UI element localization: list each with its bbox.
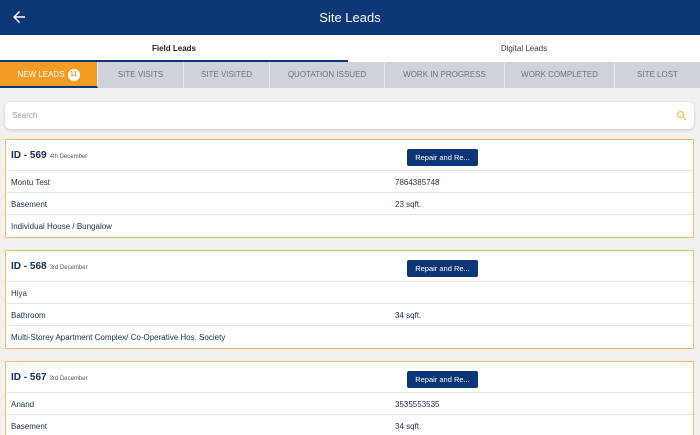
lead-header: ID - 568 3rd December Repair and Re... <box>6 251 693 282</box>
area-type: Basement <box>11 200 48 209</box>
area-type: Basement <box>11 422 48 431</box>
phone-number: 7864385748 <box>395 178 440 187</box>
lead-header: ID - 567 3rd December Repair and Re... <box>6 362 693 393</box>
lead-source-tabs: Field Leads Digital Leads <box>0 35 700 62</box>
count-badge: 11 <box>67 69 80 81</box>
service-button[interactable]: Repair and Re... <box>407 260 478 277</box>
app-bar: Site Leads <box>0 0 700 35</box>
lead-row: Hiya <box>6 282 693 304</box>
search-input[interactable] <box>12 108 652 123</box>
tab-new-leads[interactable]: NEW LEADS 11 <box>0 62 98 88</box>
area-size: 23 sqft. <box>395 200 422 209</box>
lead-card[interactable]: ID - 569 4th December Repair and Re... Mo… <box>5 139 694 238</box>
tab-label: NEW LEADS <box>17 70 65 79</box>
page-title: Site Leads <box>319 10 381 25</box>
lead-id: ID - 569 4th December <box>11 150 88 161</box>
search-icon[interactable] <box>676 110 687 121</box>
property-type: Multi-Storey Apartment Complex/ Co-Opera… <box>11 333 226 342</box>
customer-name: Hiya <box>11 289 28 298</box>
tab-work-in-progress[interactable]: WORK IN PROGRESS <box>385 62 505 88</box>
tab-quotation-issued[interactable]: QUOTATION ISSUED <box>270 62 385 88</box>
lead-row: Basement 34 sqft. <box>6 415 693 435</box>
lead-date: 4th December <box>49 154 88 160</box>
lead-date: 3rd December <box>49 376 88 382</box>
area-size: 34 sqft. <box>395 422 422 431</box>
lead-row: Individual House / Bungalow <box>6 215 693 237</box>
search-bar <box>5 102 694 129</box>
phone-number: 3535553535 <box>395 400 440 409</box>
tab-work-completed[interactable]: WORK COMPLETED <box>505 62 615 88</box>
service-button[interactable]: Repair and Re... <box>407 371 478 388</box>
lead-row: Anand 3535553535 <box>6 393 693 415</box>
lead-id: ID - 568 3rd December <box>11 261 88 272</box>
customer-name: Montu Test <box>11 178 50 187</box>
lead-row: Montu Test 7864385748 <box>6 171 693 193</box>
area-type: Bathroom <box>11 311 46 320</box>
area-size: 34 sqft. <box>395 311 422 320</box>
lead-id: ID - 567 3rd December <box>11 372 88 383</box>
lead-date: 3rd December <box>49 265 88 271</box>
lead-card[interactable]: ID - 568 3rd December Repair and Re... Hi… <box>5 250 694 349</box>
lead-card[interactable]: ID - 567 3rd December Repair and Re... An… <box>5 361 694 435</box>
property-type: Individual House / Bungalow <box>11 222 112 231</box>
tab-digital-leads[interactable]: Digital Leads <box>348 35 700 62</box>
tab-site-visits[interactable]: SITE VISITS <box>98 62 184 88</box>
customer-name: Anand <box>11 400 35 409</box>
lead-row: Bathroom 34 sqft. <box>6 304 693 326</box>
service-button[interactable]: Repair and Re... <box>407 149 478 166</box>
tab-site-visited[interactable]: SITE VISITED <box>184 62 270 88</box>
tab-site-lost[interactable]: SITE LOST <box>615 62 700 88</box>
tab-field-leads[interactable]: Field Leads <box>0 35 348 62</box>
status-tabs: NEW LEADS 11 SITE VISITS SITE VISITED QUO… <box>0 62 700 88</box>
lead-header: ID - 569 4th December Repair and Re... <box>6 140 693 171</box>
lead-row: Basement 23 sqft. <box>6 193 693 215</box>
lead-row: Multi-Storey Apartment Complex/ Co-Opera… <box>6 326 693 348</box>
